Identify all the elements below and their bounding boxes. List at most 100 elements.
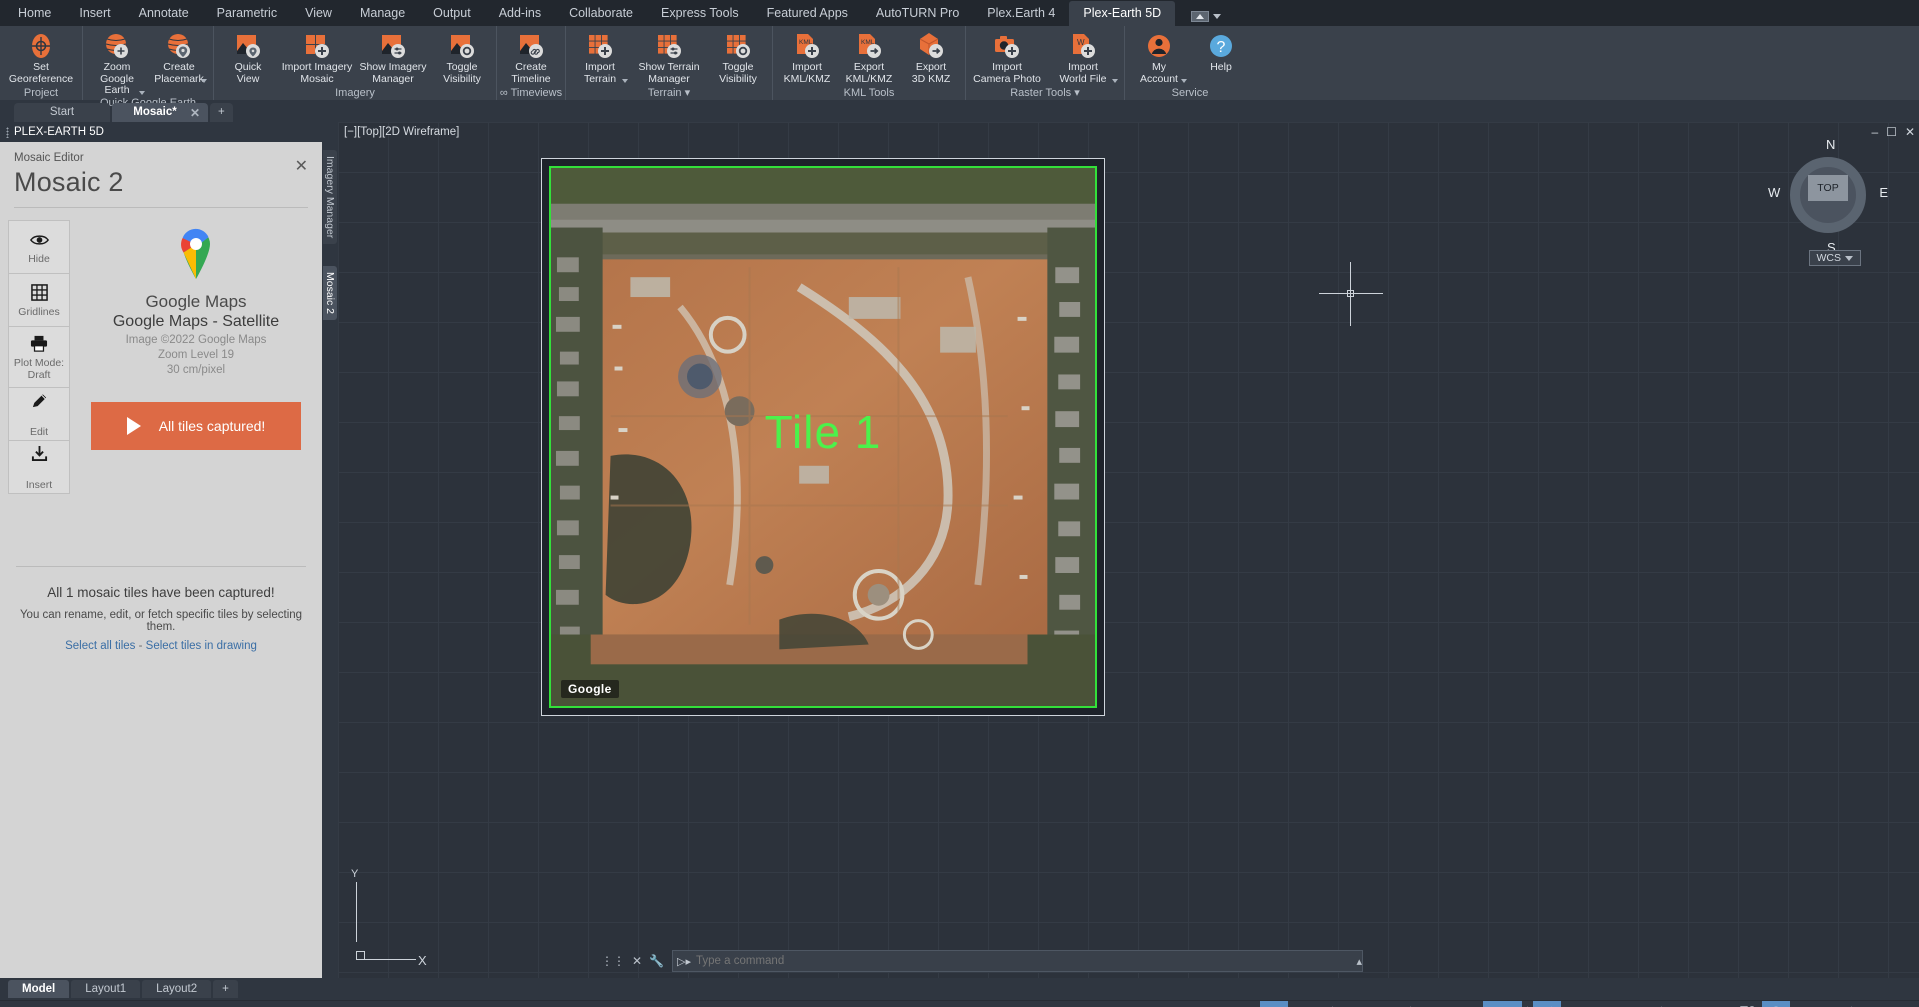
hide-button[interactable]: Hide <box>8 220 70 274</box>
hardware-acceleration-toggle[interactable] <box>1706 1001 1734 1007</box>
quick-view-button[interactable]: Quick View <box>217 29 279 85</box>
select-all-tiles-link[interactable]: Select all tiles <box>65 640 135 652</box>
drag-handle-icon[interactable] <box>6 126 9 138</box>
import-world-file-button[interactable]: W Import World File <box>1045 29 1121 85</box>
units-settings-button[interactable] <box>1818 1001 1846 1007</box>
graphics-performance-toggle[interactable] <box>1762 1000 1790 1007</box>
layout-tab-layout1[interactable]: Layout1 <box>71 980 141 998</box>
model-space-toggle[interactable]: MODEL <box>1199 1001 1260 1007</box>
wcs-label: WCS <box>1816 252 1842 264</box>
ribbon-tab-view[interactable]: View <box>291 1 346 26</box>
ribbon-tab-annotate[interactable]: Annotate <box>125 1 203 26</box>
autoscale-toggle[interactable] <box>1561 1001 1589 1007</box>
view-cube[interactable]: TOP N S W E <box>1768 137 1888 255</box>
close-icon[interactable]: ✕ <box>190 106 200 120</box>
mosaic-tile-1[interactable]: Tile 1 Google <box>549 166 1097 708</box>
layout-tab-model[interactable]: Model <box>8 980 70 998</box>
close-icon[interactable]: ✕ <box>1905 125 1915 139</box>
drawing-canvas[interactable]: [−][Top][2D Wireframe] – ☐ ✕ Tile 1 Goog… <box>338 122 1919 978</box>
ribbon-tab-autoturn-pro[interactable]: AutoTURN Pro <box>862 1 973 26</box>
snap-mode-toggle[interactable] <box>1288 1001 1327 1007</box>
drawing-tab-mosaic[interactable]: Mosaic* ✕ <box>112 103 208 122</box>
new-drawing-tab-button[interactable]: + <box>210 103 233 122</box>
wcs-selector[interactable]: WCS <box>1808 250 1861 266</box>
restore-icon[interactable]: ☐ <box>1886 125 1897 139</box>
chevron-down-icon[interactable] <box>1213 14 1222 19</box>
ribbon-tab-insert[interactable]: Insert <box>65 1 124 26</box>
plot-mode-button[interactable]: Plot Mode: Draft <box>8 326 70 388</box>
command-grip-icon[interactable]: ⋮⋮ <box>601 954 625 968</box>
show-imagery-manager-button[interactable]: Show Imagery Manager <box>355 29 431 85</box>
close-icon[interactable]: ✕ <box>295 156 308 176</box>
command-input-wrapper[interactable]: ▷▸ ▴ <box>672 950 1363 972</box>
export-kml-button[interactable]: KML Export KML/KMZ <box>838 29 900 85</box>
new-layout-button[interactable]: + <box>213 980 238 998</box>
ribbon-tab-parametric[interactable]: Parametric <box>203 1 291 26</box>
annotation-scale-selector[interactable]: 1:1 <box>1617 1001 1656 1007</box>
create-timeline-button[interactable]: Create Timeline <box>500 29 562 85</box>
view-cube-top-face[interactable]: TOP <box>1808 175 1848 201</box>
chevron-down-icon[interactable] <box>1181 79 1187 83</box>
ribbon-minimize-control[interactable] <box>1191 11 1222 26</box>
chevron-down-icon[interactable] <box>201 79 207 83</box>
show-terrain-manager-button[interactable]: Show Terrain Manager <box>631 29 707 85</box>
annotation-visibility-toggle[interactable] <box>1533 1000 1561 1007</box>
export-3d-kmz-button[interactable]: Export 3D KMZ <box>900 29 962 85</box>
ribbon-tab-plex-earth-5d[interactable]: Plex-Earth 5D <box>1069 1 1176 26</box>
ribbon-tab-featured-apps[interactable]: Featured Apps <box>753 1 862 26</box>
create-placemark-button[interactable]: Create Placemark <box>148 29 210 85</box>
palette-side-tabs: Imagery Manager Mosaic 2 <box>322 122 338 978</box>
workspace-switching-button[interactable] <box>1667 1001 1706 1007</box>
close-icon[interactable]: ✕ <box>632 954 642 968</box>
toggle-imagery-visibility-button[interactable]: Toggle Visibility <box>431 29 493 85</box>
ribbon-tab-output[interactable]: Output <box>419 1 485 26</box>
side-tab-mosaic-2[interactable]: Mosaic 2 <box>323 266 337 321</box>
zoom-google-earth-button[interactable]: Zoom Google Earth <box>86 29 148 97</box>
chevron-down-icon[interactable] <box>1845 255 1853 261</box>
chevron-down-icon[interactable] <box>622 79 628 83</box>
minimize-icon[interactable]: – <box>1871 125 1878 139</box>
gridlines-button[interactable]: Gridlines <box>8 273 70 327</box>
chevron-down-icon[interactable] <box>139 90 145 95</box>
drawing-tab-start[interactable]: Start <box>14 103 110 122</box>
help-button[interactable]: ? Help <box>1190 29 1252 74</box>
set-georeference-button[interactable]: Set Georeference <box>3 29 79 85</box>
object-snap-tracking-toggle[interactable] <box>1416 1001 1455 1007</box>
grid-display-toggle[interactable] <box>1260 1000 1288 1007</box>
layout-tab-layout2[interactable]: Layout2 <box>142 980 212 998</box>
ribbon-tab-home[interactable]: Home <box>4 1 65 26</box>
ortho-mode-toggle[interactable] <box>1338 1001 1366 1007</box>
ribbon-tab-collaborate[interactable]: Collaborate <box>555 1 647 26</box>
customize-icon[interactable]: 🔧 <box>649 954 664 968</box>
my-account-button[interactable]: My Account <box>1128 29 1190 85</box>
ribbon-tab-manage[interactable]: Manage <box>346 1 419 26</box>
polar-tracking-toggle[interactable] <box>1366 1001 1405 1007</box>
ribbon-group-service: My Account ? Help Service <box>1125 26 1255 100</box>
all-tiles-captured-button[interactable]: All tiles captured! <box>91 402 301 450</box>
import-kml-button[interactable]: KML Import KML/KMZ <box>776 29 838 85</box>
chevron-down-icon[interactable] <box>1112 79 1118 83</box>
insert-button[interactable]: Insert <box>8 440 70 494</box>
ribbon-tab-plex-earth-4[interactable]: Plex.Earth 4 <box>973 1 1069 26</box>
import-terrain-button[interactable]: Import Terrain <box>569 29 631 85</box>
object-snap-toggle[interactable] <box>1483 1000 1522 1007</box>
ribbon-tab-addins[interactable]: Add-ins <box>485 1 555 26</box>
viewport-label[interactable]: [−][Top][2D Wireframe] <box>344 126 459 138</box>
side-tab-imagery-manager[interactable]: Imagery Manager <box>323 150 337 245</box>
import-imagery-mosaic-button[interactable]: Import Imagery Mosaic <box>279 29 355 85</box>
annotation-scale-toggle[interactable] <box>1589 1001 1617 1007</box>
annotation-monitor-toggle[interactable] <box>1790 1001 1818 1007</box>
import-camera-photo-button[interactable]: Import Camera Photo <box>969 29 1045 85</box>
edit-button[interactable]: Edit <box>8 387 70 441</box>
mosaic-image-frame[interactable]: Tile 1 Google <box>541 158 1105 716</box>
select-tiles-in-drawing-link[interactable]: Select tiles in drawing <box>146 640 257 652</box>
angle-snap-toggle[interactable] <box>1455 1001 1483 1007</box>
command-input[interactable] <box>696 955 1352 967</box>
clean-screen-button[interactable] <box>1857 1001 1885 1007</box>
customization-button[interactable] <box>1885 1001 1913 1007</box>
chevron-up-icon[interactable]: ▴ <box>1356 955 1362 968</box>
import-camera-photo-icon <box>992 31 1022 61</box>
toggle-terrain-visibility-button[interactable]: Toggle Visibility <box>707 29 769 85</box>
isolate-objects-button[interactable] <box>1734 1001 1762 1007</box>
ribbon-tab-express-tools[interactable]: Express Tools <box>647 1 753 26</box>
